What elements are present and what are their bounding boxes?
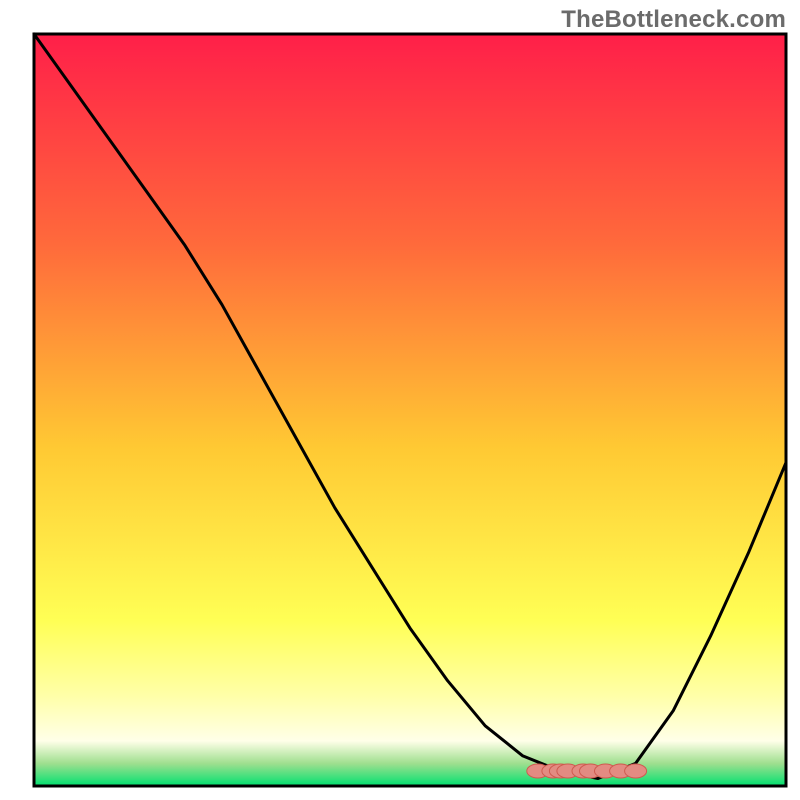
chart-container: TheBottleneck.com [0, 0, 800, 800]
optimal-marker [625, 764, 647, 778]
bottleneck-chart [0, 0, 800, 800]
gradient-background [34, 34, 786, 786]
watermark-label: TheBottleneck.com [561, 6, 786, 34]
optimal-markers [527, 764, 647, 778]
